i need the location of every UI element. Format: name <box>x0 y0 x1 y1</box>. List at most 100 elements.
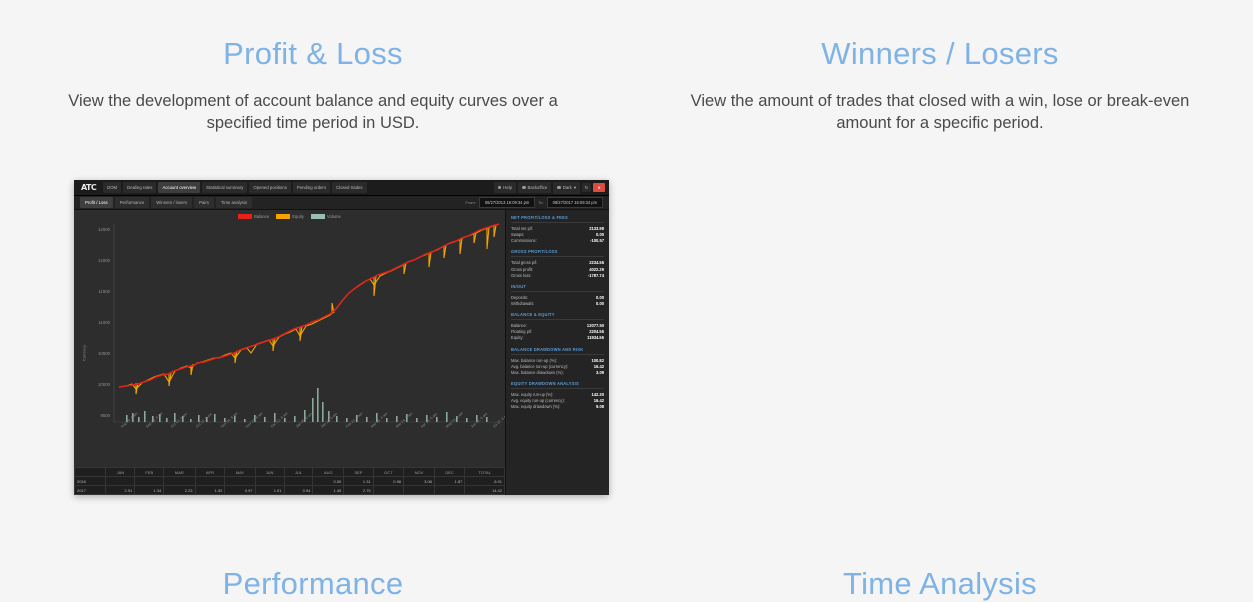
svg-text:11000: 11000 <box>98 320 110 325</box>
col-feb: FEB <box>134 467 165 477</box>
page-root: Profit & Loss View the development of ac… <box>0 0 1253 601</box>
monthly-returns-table: JAN FEB MAR APR MAY JUN JUL AUG SEP OCT … <box>74 467 505 495</box>
stat-group-gross-profit-loss: GROSS PROFIT/LOSS Total gross p/l: 2234.5… <box>511 249 604 278</box>
group-title: GROSS PROFIT/LOSS <box>511 249 604 258</box>
sub-toolbar: Profit / Loss Performance Winners / lose… <box>74 196 609 210</box>
table-row: 2016 0.50 1.31 0.98 3.08 1.87 6.91 <box>74 476 505 486</box>
refresh-icon: ↻ <box>584 185 589 190</box>
svg-text:10000: 10000 <box>98 382 111 387</box>
tab-dealing-rates[interactable]: Dealing rates <box>123 182 157 193</box>
stat-group-balance-drawdown: BALANCE DRAWDOWN AND RISK Max. balance r… <box>511 347 604 376</box>
svg-text:Dec 12, 6 am: Dec 12, 6 am <box>270 411 289 428</box>
toolbar-right-group: Help Backoffice Dark ▾ ↻ ■ <box>493 181 605 194</box>
bottom-left-title: Performance <box>222 566 404 601</box>
col-may: MAY <box>224 467 256 477</box>
group-title: IN/OUT <box>511 284 604 292</box>
col-oct: OCT <box>372 467 405 477</box>
help-icon <box>497 185 502 190</box>
svg-text:Jun 12, 6 am: Jun 12, 6 am <box>470 412 488 429</box>
svg-text:Feb 13, 6 am: Feb 13, 6 am <box>345 412 363 429</box>
svg-text:12500: 12500 <box>98 227 111 232</box>
close-icon: ■ <box>597 185 601 190</box>
chart-legend: Balance Equity Volume <box>74 214 505 220</box>
svg-text:Nov 04, 6 am: Nov 04, 6 am <box>220 411 239 428</box>
tab-dom[interactable]: DOM <box>103 182 122 193</box>
left-column: Profit & Loss View the development of ac… <box>0 0 626 601</box>
stat-row: Gross loss: -1787.74 <box>511 272 604 278</box>
balance-equity-chart: Balance Equity Volume Currency 12500 120… <box>74 210 505 495</box>
theme-icon <box>557 185 561 190</box>
stat-group-equity-drawdown: EQUITY DRAWDOWN ANALYSIS Max. equity run… <box>511 381 604 410</box>
help-label: Help <box>503 185 512 190</box>
user-icon <box>522 185 526 190</box>
from-date-input[interactable]: 08/27/2013 16:09:34 pm <box>478 197 536 208</box>
svg-text:Aug 29, 6 am: Aug 29, 6 am <box>120 411 139 428</box>
legend-volume: Volume <box>310 214 341 220</box>
close-button[interactable]: ■ <box>593 183 605 192</box>
table-header-row: JAN FEB MAR APR MAY JUN JUL AUG SEP OCT … <box>74 467 505 477</box>
from-label: From: <box>465 200 476 205</box>
svg-text:12000: 12000 <box>98 258 111 263</box>
tab-opened-positions[interactable]: Opened positions <box>249 182 291 193</box>
col-jun: JUN <box>254 467 285 477</box>
svg-text:Sep 19, 6 am: Sep 19, 6 am <box>145 411 164 428</box>
col-jul: JUL <box>283 467 314 477</box>
col-year <box>74 467 107 477</box>
svg-text:Apr 13, 6 am: Apr 13, 6 am <box>420 412 438 429</box>
right-column: Winners / Losers View the amount of trad… <box>627 0 1253 601</box>
legend-balance: Balance <box>238 214 269 220</box>
left-section-description: View the development of account balance … <box>68 92 558 133</box>
legend-equity: Equity <box>276 214 304 220</box>
to-date-input[interactable]: 08/27/2017 16:09:34 pm <box>546 197 603 208</box>
stat-group-balance-equity: BALANCE & EQUITY Balance: 12077.50 Floati… <box>511 312 604 341</box>
subtab-pairs[interactable]: Pairs <box>194 197 214 208</box>
group-title: EQUITY DRAWDOWN ANALYSIS <box>511 381 604 389</box>
tab-account-overview[interactable]: Account overview <box>158 182 201 193</box>
stat-group-in-out: IN/OUT Deposits: 0.00 Withdrawals: 0.00 <box>511 284 604 307</box>
profit-loss-body: Balance Equity Volume Currency 12500 120… <box>74 210 609 495</box>
tab-closed-trades[interactable]: Closed trades <box>332 182 367 193</box>
svg-text:Jul 22, 6 am: Jul 22, 6 am <box>492 413 505 429</box>
main-toolbar: ATC DOM Dealing rates Account overview S… <box>74 180 609 196</box>
subtab-time-analysis[interactable]: Time analysis <box>215 197 253 208</box>
to-label: To: <box>538 200 544 205</box>
group-title: BALANCE & EQUITY <box>511 312 604 321</box>
col-total: TOTAL <box>464 467 505 477</box>
stat-row: Commissions: -100.57 <box>511 238 604 244</box>
group-title: BALANCE DRAWDOWN AND RISK <box>511 347 604 355</box>
svg-text:10500: 10500 <box>98 351 111 356</box>
help-button[interactable]: Help <box>493 182 516 193</box>
backoffice-button[interactable]: Backoffice <box>518 182 552 193</box>
chevron-down-icon: ▾ <box>573 184 576 190</box>
backoffice-label: Backoffice <box>527 185 548 190</box>
svg-text:Mar 24, 6 am: Mar 24, 6 am <box>395 412 413 429</box>
svg-text:9500: 9500 <box>100 413 110 418</box>
table-row: 2017 2.91 1.34 2.23 1.52 0.97 1.01 0.94 … <box>74 485 505 495</box>
theme-dropdown[interactable]: Dark ▾ <box>553 181 580 194</box>
svg-text:Oct 03, 6 am: Oct 03, 6 am <box>170 412 188 429</box>
bottom-right-title: Time Analysis <box>843 566 1037 601</box>
statistics-panel: NET PROFIT/LOSS & FEES Total net p/l: 213… <box>505 210 609 495</box>
subtab-profit-loss[interactable]: Profit / Loss <box>80 197 113 208</box>
svg-text:Oct 16, 6 am: Oct 16, 6 am <box>195 412 213 429</box>
stat-row: Max. balance drawdown (%): 3.09 <box>511 369 604 375</box>
right-section-description: View the amount of trades that closed wi… <box>690 92 1190 133</box>
col-nov: NOV <box>403 467 435 477</box>
tab-statistical-summary[interactable]: Statistical summary <box>202 182 248 193</box>
subtab-performance[interactable]: Performance <box>114 197 150 208</box>
chart-svg: 12500 12000 11500 11000 10500 10000 9500 <box>98 223 505 429</box>
refresh-button[interactable]: ↻ <box>582 183 591 192</box>
group-title: NET PROFIT/LOSS & FEES <box>511 215 604 223</box>
svg-text:Mar 05, 6 am: Mar 05, 6 am <box>370 412 388 429</box>
left-section-title: Profit & Loss <box>223 36 403 71</box>
date-range: From: 08/27/2013 16:09:34 pm To: 08/27/2… <box>465 197 603 208</box>
theme-label: Dark <box>562 185 572 190</box>
tab-pending-orders[interactable]: Pending orders <box>292 182 331 193</box>
col-sep: SEP <box>343 467 374 477</box>
right-section-title: Winners / Losers <box>821 36 1059 71</box>
stat-row: Max. equity drawdown (%): 9.08 <box>511 404 604 410</box>
subtab-winners-losers[interactable]: Winners / losers <box>151 197 193 208</box>
col-mar: MAR <box>163 467 196 477</box>
profit-loss-app-window: ATC DOM Dealing rates Account overview S… <box>74 180 609 495</box>
svg-text:Nov 22, 6 am: Nov 22, 6 am <box>245 411 264 428</box>
